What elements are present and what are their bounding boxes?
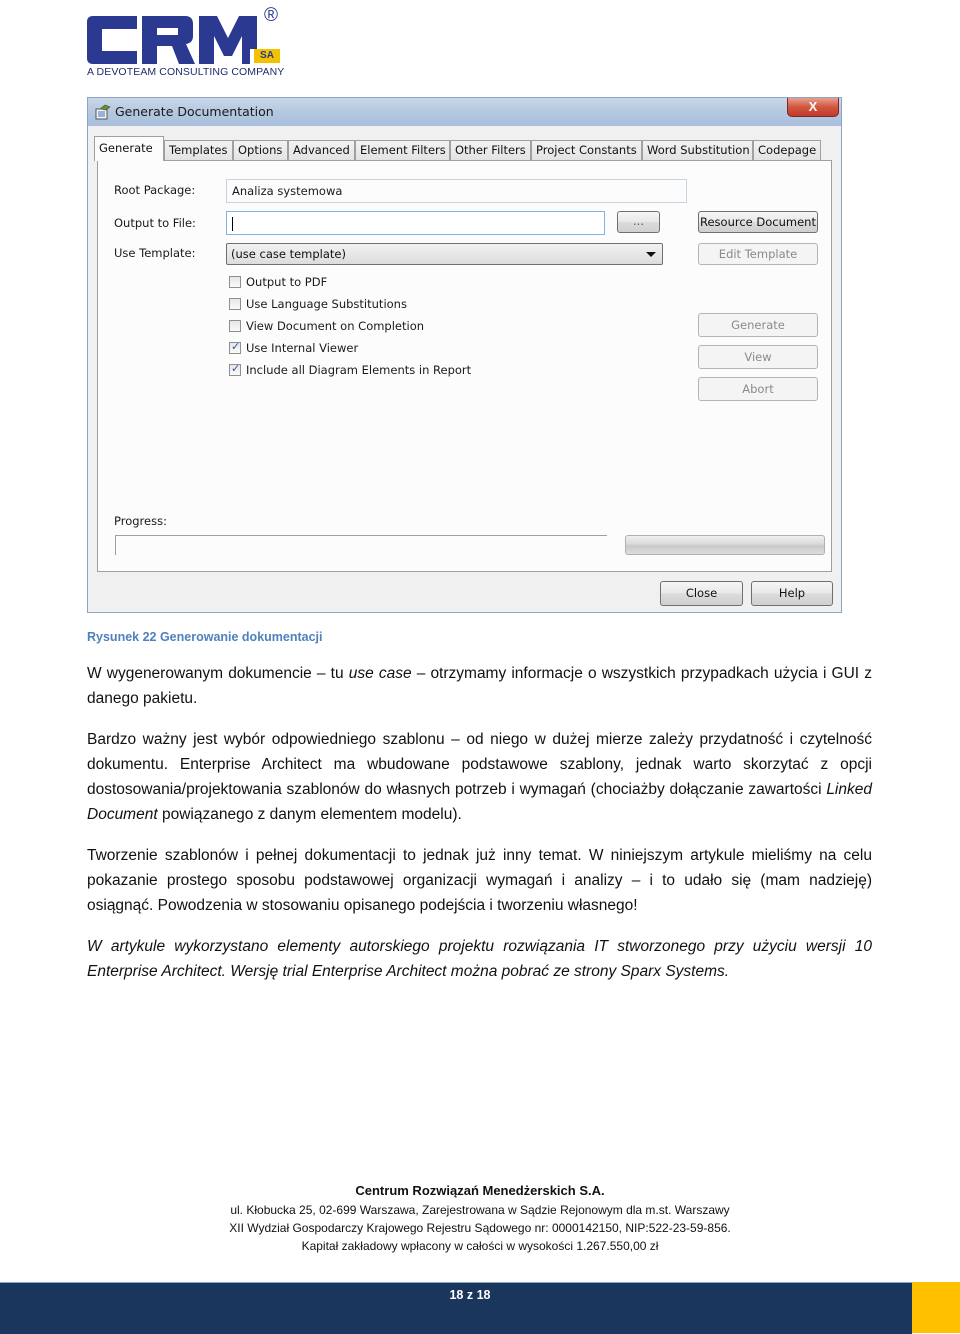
crm-wordmark-icon [87, 16, 257, 64]
checkmark-icon: ✓ [231, 340, 241, 353]
checkbox-label: Use Language Substitutions [246, 297, 407, 311]
page-number: 18 z 18 [449, 1288, 491, 1302]
footer-address: ul. Kłobucka 25, 02-699 Warszawa, Zareje… [230, 1203, 730, 1217]
checkmark-icon: ✓ [231, 362, 241, 375]
use-template-select[interactable]: (use case template) [226, 243, 663, 265]
root-package-label: Root Package: [114, 183, 196, 197]
tab-element-filters[interactable]: Element Filters [355, 140, 450, 160]
close-button[interactable]: Close [660, 581, 743, 606]
dialog-titlebar[interactable]: Generate Documentation X [88, 98, 841, 126]
checkbox-box[interactable]: ✓ [229, 362, 241, 376]
checkbox-box[interactable] [229, 298, 241, 310]
progress-label: Progress: [114, 514, 167, 528]
generate-tab-panel: Root Package: Analiza systemowa Output t… [97, 160, 832, 572]
document-generator-icon [95, 104, 111, 120]
italic-term: use case [348, 665, 412, 682]
figure-caption: Rysunek 22 Generowanie dokumentacji [87, 630, 323, 644]
selected-template: (use case template) [231, 247, 346, 261]
tab-other-filters[interactable]: Other Filters [450, 140, 531, 160]
paragraph-1: W wygenerowanym dokumencie – tu use case… [87, 661, 872, 711]
tab-options[interactable]: Options [233, 140, 288, 160]
tab-templates[interactable]: Templates [164, 140, 233, 160]
generate-button[interactable]: Generate [698, 313, 818, 337]
paragraph-2: Bardzo ważny jest wybór odpowiedniego sz… [87, 727, 872, 827]
dropdown-arrow-icon [646, 252, 656, 257]
company-logo: ® SA A DEVOTEAM CONSULTING COMPANY [87, 5, 287, 80]
abort-button[interactable]: Abort [698, 377, 818, 401]
text-run: powiązanego z danym elementem modelu). [157, 806, 462, 823]
use-template-label: Use Template: [114, 246, 196, 260]
text-run: W wygenerowanym dokumencie – tu [87, 665, 349, 682]
footer-company-name: Centrum Rozwiązań Menedżerskich S.A. [355, 1183, 605, 1198]
browse-button[interactable]: ... [617, 211, 660, 233]
dialog-client-area: Generate Templates Options Advanced Elem… [88, 126, 841, 612]
output-file-input[interactable] [226, 211, 605, 235]
output-file-label: Output to File: [114, 216, 196, 230]
checkbox-label: View Document on Completion [246, 319, 425, 333]
checkbox-label: Output to PDF [246, 275, 328, 289]
close-window-button[interactable]: X [787, 98, 839, 117]
view-button[interactable]: View [698, 345, 818, 369]
edit-template-button[interactable]: Edit Template [698, 243, 818, 265]
footer-registry: XII Wydział Gospodarczy Krajowego Rejest… [229, 1221, 731, 1235]
progress-bar [625, 535, 825, 555]
registered-mark: ® [264, 5, 278, 26]
tab-codepage[interactable]: Codepage [753, 140, 821, 160]
paragraph-3: Tworzenie szablonów i pełnej dokumentacj… [87, 847, 872, 914]
progress-status-area [115, 535, 607, 555]
checkbox-label: Use Internal Viewer [246, 341, 359, 355]
tab-advanced[interactable]: Advanced [288, 140, 355, 160]
logo-sa-badge: SA [254, 49, 280, 63]
checkbox-label: Include all Diagram Elements in Report [246, 363, 472, 377]
options-checkbox-group: Output to PDF Use Language Substitutions… [229, 274, 529, 384]
paragraph-4-note: W artykule wykorzystano elementy autorsk… [87, 938, 872, 980]
dialog-title: Generate Documentation [115, 104, 274, 119]
generate-documentation-dialog: Generate Documentation X Generate Templa… [87, 97, 842, 613]
help-button[interactable]: Help [751, 581, 833, 606]
tab-generate[interactable]: Generate [94, 136, 164, 161]
checkbox-box[interactable] [229, 320, 241, 332]
text-caret [232, 216, 233, 231]
root-package-field[interactable]: Analiza systemowa [226, 179, 687, 203]
logo-tagline: A DEVOTEAM CONSULTING COMPANY [87, 66, 285, 78]
checkbox-box[interactable]: ✓ [229, 340, 241, 354]
footer-capital: Kapitał zakładowy wpłacony w całości w w… [301, 1239, 659, 1253]
text-run: Bardzo ważny jest wybór odpowiedniego sz… [87, 731, 872, 798]
checkbox-box[interactable] [229, 276, 241, 288]
resource-document-button[interactable]: Resource Document [698, 211, 818, 233]
tab-project-constants[interactable]: Project Constants [531, 140, 642, 160]
tab-word-substitution[interactable]: Word Substitution [642, 140, 753, 160]
